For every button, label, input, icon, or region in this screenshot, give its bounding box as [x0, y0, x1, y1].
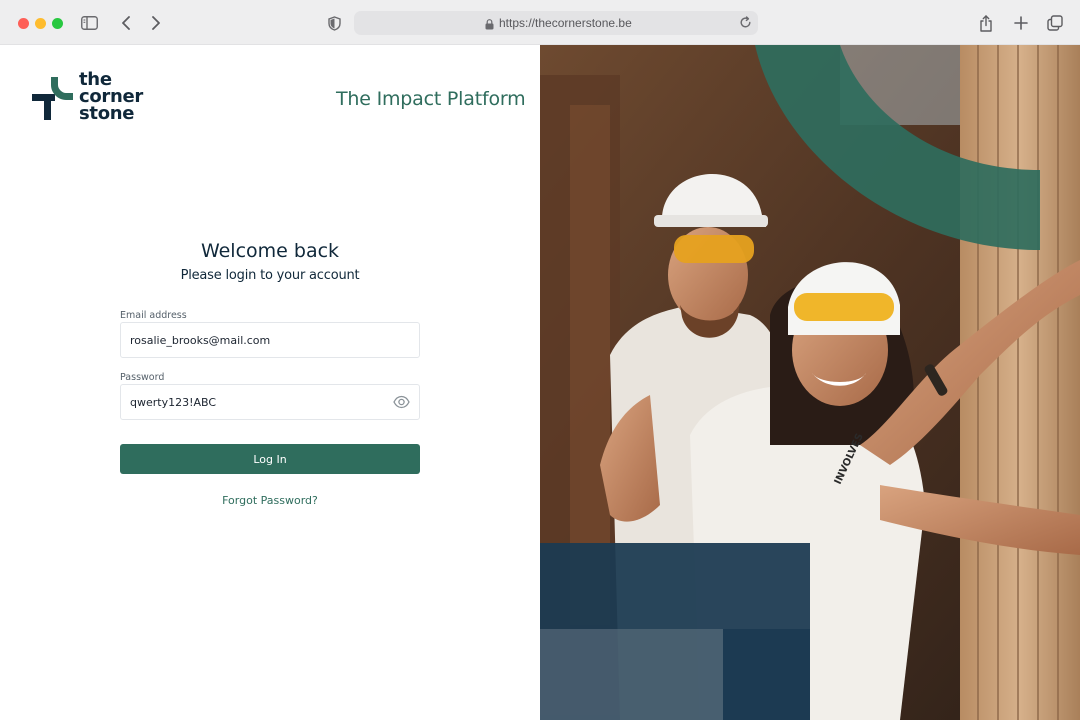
back-icon[interactable]: [116, 13, 136, 33]
password-field-wrapper: [120, 384, 420, 420]
url-text[interactable]: https://thecornerstone.be: [499, 16, 632, 30]
logo-line-3: stone: [79, 103, 135, 124]
email-field[interactable]: [121, 323, 419, 357]
hero-photo-illustration: INVOLVES: [540, 45, 1080, 720]
login-panel: [0, 45, 540, 720]
lock-icon: [485, 17, 494, 35]
sidebar-icon[interactable]: [79, 13, 99, 33]
shield-icon[interactable]: [324, 13, 344, 33]
minimize-window-button[interactable]: [35, 18, 46, 29]
email-label: Email address: [120, 310, 187, 321]
email-field-wrapper: [120, 322, 420, 358]
address-bar[interactable]: https://thecornerstone.be: [354, 11, 758, 35]
password-field[interactable]: [121, 385, 419, 419]
forward-icon[interactable]: [146, 13, 166, 33]
zoom-window-button[interactable]: [52, 18, 63, 29]
share-icon[interactable]: [976, 13, 996, 33]
password-label: Password: [120, 372, 165, 383]
show-password-icon[interactable]: [393, 395, 410, 414]
forgot-password-link[interactable]: Forgot Password?: [0, 494, 540, 507]
browser-toolbar: https://thecornerstone.be: [0, 0, 1080, 45]
welcome-heading: Welcome back: [200, 240, 340, 262]
reload-icon[interactable]: [739, 16, 752, 34]
logo-wordmark[interactable]: the corner stone: [79, 71, 143, 124]
cornerstone-logo-icon[interactable]: [32, 77, 74, 126]
login-button[interactable]: Log In: [120, 444, 420, 474]
platform-tagline: The Impact Platform: [336, 88, 526, 110]
welcome-subtitle: Please login to your account: [180, 268, 360, 283]
new-tab-icon[interactable]: [1011, 13, 1031, 33]
close-window-button[interactable]: [18, 18, 29, 29]
hero-image: INVOLVES: [540, 45, 1080, 720]
tabs-overview-icon[interactable]: [1045, 13, 1065, 33]
